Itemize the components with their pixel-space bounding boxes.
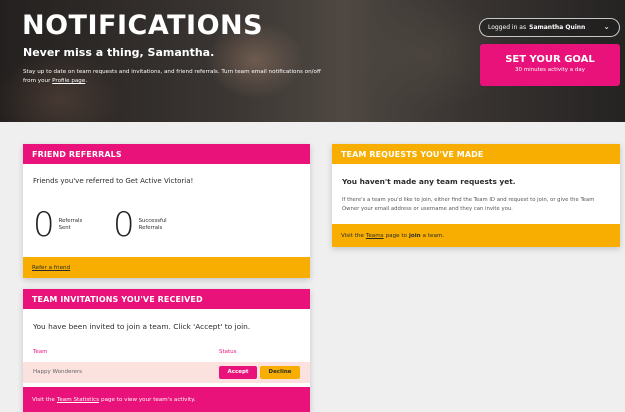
team-statistics-link[interactable]: Team Statistics: [57, 397, 99, 403]
refer-a-friend-link[interactable]: Refer a friend: [32, 265, 70, 271]
column-header-team: Team: [33, 349, 48, 355]
teams-page-link[interactable]: Teams: [366, 233, 384, 239]
set-goal-subtitle: 30 minutes activity a day: [514, 67, 585, 73]
logged-in-label: Logged in as: [488, 24, 527, 31]
description-end: .: [85, 78, 88, 84]
team-invitations-header: TEAM INVITATIONS YOU'VE RECEIVED: [23, 289, 310, 309]
profile-page-link[interactable]: Profile page: [52, 78, 85, 84]
requests-empty-description: If there's a team you'd like to join, ei…: [342, 197, 595, 212]
friend-referrals-header: FRIEND REFERRALS: [23, 144, 310, 164]
successful-referrals-stat: 0 Successful Referrals: [113, 208, 167, 242]
team-requests-card: TEAM REQUESTS YOU'VE MADE You haven't ma…: [332, 144, 620, 247]
hero-banner: NOTIFICATIONS Never miss a thing, Samant…: [0, 0, 625, 122]
referrals-intro: Friends you've referred to Get Active Vi…: [33, 177, 194, 185]
invitations-footer: Visit the Team Statistics page to view y…: [23, 387, 310, 412]
referrals-sent-stat: 0 Referrals Sent: [33, 208, 87, 242]
account-menu-button[interactable]: Logged in as Samantha Quinn ⌄: [479, 18, 620, 37]
page-title: NOTIFICATIONS: [22, 10, 264, 41]
successful-referrals-label: Successful Referrals: [138, 218, 167, 231]
requests-footer-pre: Visit the: [341, 232, 364, 239]
invitations-intro: You have been invited to join a team. Cl…: [33, 322, 251, 331]
set-goal-title: SET YOUR GOAL: [505, 54, 595, 65]
decline-button[interactable]: Decline: [260, 366, 300, 379]
referrals-sent-count: 0: [33, 205, 55, 245]
requests-empty-title: You haven't made any team requests yet.: [342, 177, 516, 186]
team-name: Happy Wonderers: [33, 369, 82, 375]
chevron-down-icon: ⌄: [603, 22, 610, 31]
invitations-footer-post: page to view your team's activity.: [101, 396, 196, 403]
column-header-status: Status: [219, 349, 237, 355]
requests-footer-join: join: [408, 232, 421, 239]
requests-footer: Visit the Teams page to join a team.: [332, 224, 620, 247]
successful-referrals-count: 0: [113, 205, 135, 245]
team-requests-header: TEAM REQUESTS YOU'VE MADE: [332, 144, 620, 164]
page-description: Stay up to date on team requests and inv…: [23, 68, 323, 86]
referrals-sent-label: Referrals Sent: [58, 218, 83, 231]
invitations-footer-pre: Visit the: [32, 396, 55, 403]
accept-button[interactable]: Accept: [219, 366, 257, 379]
table-row: Happy Wonderers Accept Decline: [23, 362, 310, 383]
team-invitations-card: TEAM INVITATIONS YOU'VE RECEIVED You hav…: [23, 289, 310, 412]
friend-referrals-card: FRIEND REFERRALS Friends you've referred…: [23, 144, 310, 278]
referrals-footer: Refer a friend: [23, 257, 310, 278]
page-subtitle: Never miss a thing, Samantha.: [23, 46, 215, 59]
requests-footer-mid: page to: [385, 232, 407, 239]
user-name: Samantha Quinn: [529, 24, 586, 31]
requests-footer-post: a team.: [422, 232, 445, 239]
set-goal-button[interactable]: SET YOUR GOAL 30 minutes activity a day: [480, 44, 620, 86]
